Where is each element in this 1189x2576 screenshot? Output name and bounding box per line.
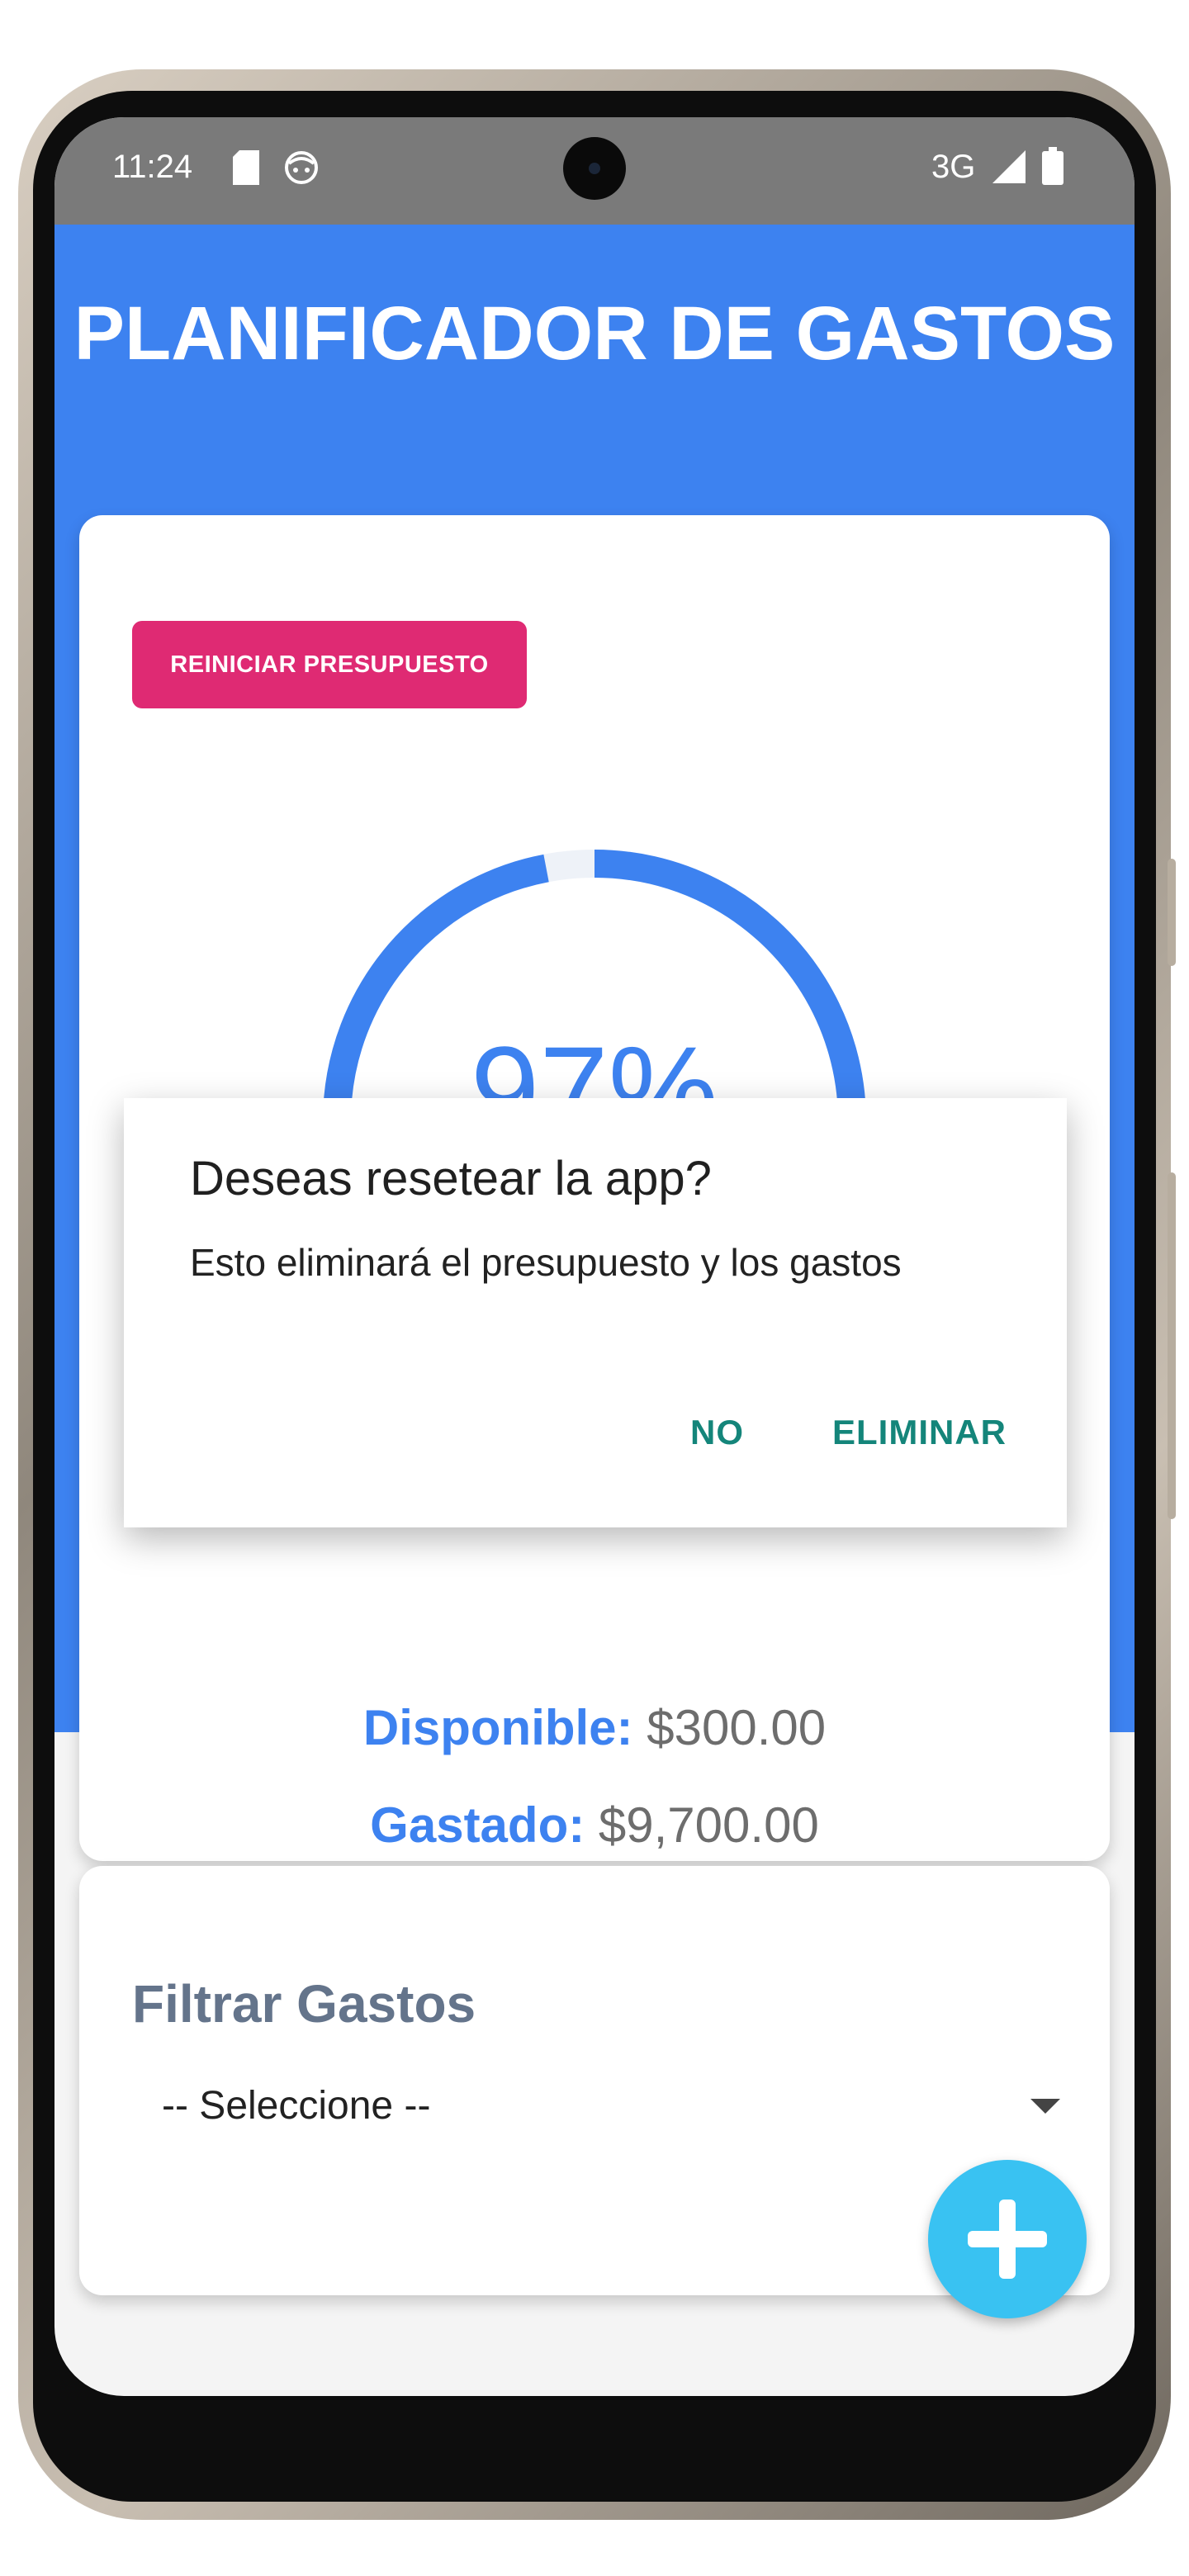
volume-button [1168,859,1176,966]
power-button [1168,1172,1176,1519]
dialog-message: Esto eliminará el presupuesto y los gast… [190,1241,902,1284]
reset-dialog: Deseas resetear la app? Esto eliminará e… [124,1098,1067,1527]
plus-icon-vertical [999,2200,1016,2279]
dialog-confirm-button[interactable]: ELIMINAR [827,1412,1011,1453]
dialog-cancel-button[interactable]: NO [685,1412,749,1453]
dialog-title: Deseas resetear la app? [190,1152,712,1205]
screen: PLANIFICADOR DE GASTOS 11:24 3G REINICIA… [54,117,1135,2396]
add-expense-button[interactable] [928,2160,1087,2318]
